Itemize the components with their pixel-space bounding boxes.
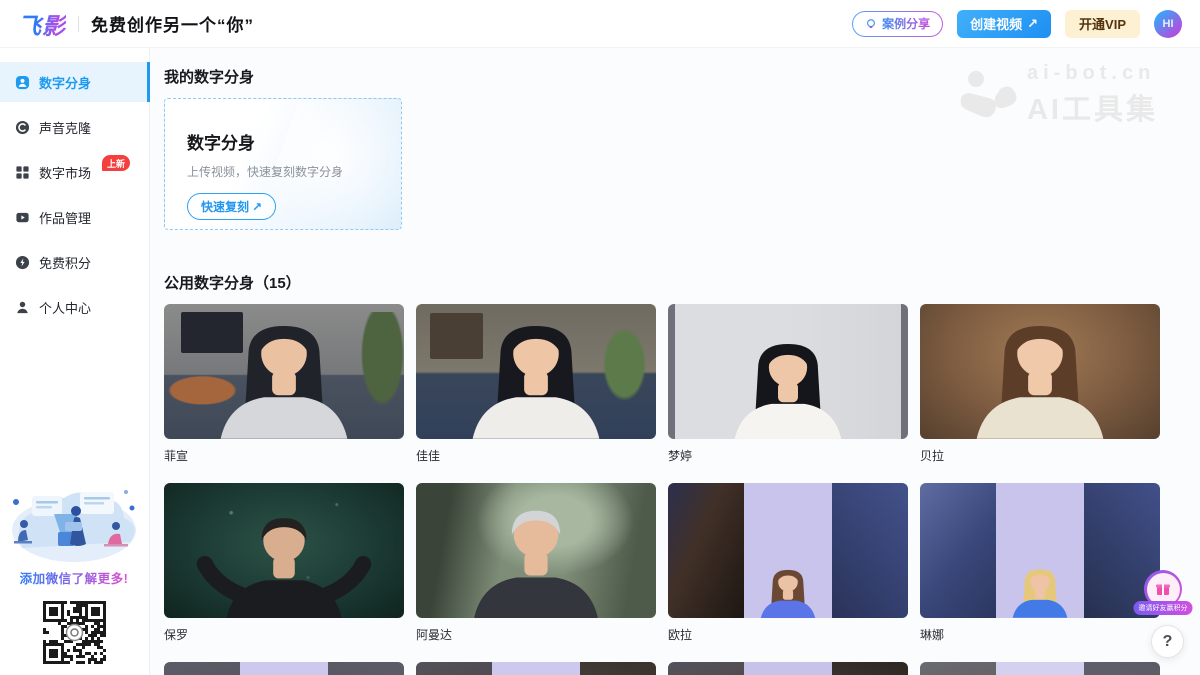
- user-avatar[interactable]: HI: [1154, 10, 1182, 38]
- avatar-thumbnail: [668, 662, 908, 675]
- page-root: { "header": { "logo": "飞影", "tagline": "…: [0, 0, 1200, 675]
- promo-text: 添加微信了解更多!: [20, 568, 129, 587]
- clone-upload-card[interactable]: 数字分身 上传视频，快速复刻数字分身 快速复刻 ↗: [164, 98, 402, 230]
- sidebar-item-points[interactable]: 免费积分: [0, 242, 149, 282]
- vip-label: 开通VIP: [1079, 14, 1126, 33]
- watermark-line2: AI工具集: [1027, 86, 1158, 128]
- vip-button[interactable]: 开通VIP: [1065, 10, 1140, 38]
- sidebar-item-voice-clone[interactable]: 声音克隆: [0, 107, 149, 147]
- avatar-name: 贝拉: [920, 447, 1160, 461]
- market-grid-icon: [15, 165, 30, 180]
- clone-card-title: 数字分身: [187, 129, 401, 154]
- avatar-grid: 菲宣佳佳梦婷贝拉保罗阿曼达欧拉琳娜: [164, 304, 1172, 675]
- avatar-card[interactable]: 梦婷: [668, 304, 908, 461]
- avatar-thumbnail: [668, 483, 908, 618]
- sidebar-item-digital-avatar[interactable]: 数字分身: [0, 62, 149, 102]
- sidebar-item-label: 声音克隆: [39, 118, 91, 137]
- avatar-card-partial[interactable]: [164, 662, 404, 675]
- avatar-thumbnail: [920, 483, 1160, 618]
- sidebar-item-label: 数字市场: [39, 163, 91, 182]
- avatar-name: 琳娜: [920, 626, 1160, 640]
- voice-clone-icon: [15, 120, 30, 135]
- avatar-name: 阿曼达: [416, 626, 656, 640]
- sidebar-item-label: 作品管理: [39, 208, 91, 227]
- create-video-button[interactable]: 创建视频 ↗: [957, 10, 1051, 38]
- watermark-line1: ai-bot.cn: [1027, 62, 1158, 85]
- header-tagline: 免费创作另一个“你”: [91, 11, 254, 36]
- avatar-thumbnail: [416, 483, 656, 618]
- case-share-label: 案例分享: [882, 15, 930, 32]
- avatar-card[interactable]: 菲宣: [164, 304, 404, 461]
- avatar-name: 保罗: [164, 626, 404, 640]
- watermark-logo-icon: [959, 70, 1017, 120]
- avatar-thumbnail: [920, 662, 1160, 675]
- create-video-label: 创建视频: [970, 14, 1022, 33]
- invite-badge[interactable]: 邀请好友赢积分: [1135, 570, 1191, 618]
- sidebar-item-works[interactable]: 作品管理: [0, 197, 149, 237]
- avatar-card[interactable]: 贝拉: [920, 304, 1160, 461]
- app-logo: 飞影: [18, 7, 66, 41]
- sidebar-item-digital-market[interactable]: 数字市场上新: [0, 152, 149, 192]
- bulb-icon: [865, 18, 877, 30]
- avatar-card[interactable]: 佳佳: [416, 304, 656, 461]
- avatar-name: 菲宣: [164, 447, 404, 461]
- watermark-text: ai-bot.cn AI工具集: [1027, 62, 1158, 128]
- avatar-thumbnail: [164, 483, 404, 618]
- case-share-button[interactable]: 案例分享: [852, 11, 943, 37]
- avatar-thumbnail: [416, 662, 656, 675]
- avatar-thumbnail: [668, 304, 908, 439]
- clone-card-subtitle: 上传视频，快速复刻数字分身: [187, 163, 401, 180]
- avatar-card[interactable]: 琳娜: [920, 483, 1160, 640]
- arrow-up-right-icon: ↗: [1027, 16, 1038, 32]
- main-content: ai-bot.cn AI工具集 我的数字分身 数字分身 上传视频，快速复刻数字分…: [150, 48, 1200, 675]
- header: 飞影 免费创作另一个“你” 案例分享 创建视频 ↗ 开通VIP HI: [0, 0, 1200, 48]
- sidebar-item-label: 个人中心: [39, 298, 91, 317]
- wechat-promo-illustration: [2, 478, 146, 566]
- public-avatars-title: 公用数字分身（15）: [164, 272, 301, 293]
- qr-code: [39, 597, 109, 667]
- my-avatars-title: 我的数字分身: [164, 66, 254, 87]
- header-actions: 案例分享 创建视频 ↗ 开通VIP HI: [852, 10, 1182, 38]
- quick-clone-button[interactable]: 快速复刻 ↗: [187, 193, 276, 220]
- avatar-card[interactable]: 保罗: [164, 483, 404, 640]
- arrow-up-right-icon: ↗: [252, 200, 262, 214]
- quick-clone-label: 快速复刻: [201, 198, 249, 215]
- avatar-card-partial[interactable]: [920, 662, 1160, 675]
- video-works-icon: [15, 210, 30, 225]
- avatar-name: 佳佳: [416, 447, 656, 461]
- avatar-card[interactable]: 欧拉: [668, 483, 908, 640]
- person-icon: [15, 300, 30, 315]
- sidebar-nav: 数字分身声音克隆数字市场上新作品管理免费积分个人中心: [0, 48, 149, 327]
- avatar-card-partial[interactable]: [668, 662, 908, 675]
- avatar-name: 欧拉: [668, 626, 908, 640]
- avatar-card-partial[interactable]: [416, 662, 656, 675]
- sidebar-promo: 添加微信了解更多!: [0, 478, 148, 667]
- avatar-thumbnail: [416, 304, 656, 439]
- avatar-thumbnail: [920, 304, 1160, 439]
- header-divider: [78, 16, 79, 32]
- avatar-thumbnail: [164, 662, 404, 675]
- help-button[interactable]: ?: [1151, 625, 1184, 658]
- sidebar-item-label: 免费积分: [39, 253, 91, 272]
- avatar-name: 梦婷: [668, 447, 908, 461]
- sidebar-item-label: 数字分身: [39, 73, 91, 92]
- avatar-card[interactable]: 阿曼达: [416, 483, 656, 640]
- sidebar: 数字分身声音克隆数字市场上新作品管理免费积分个人中心 添加: [0, 48, 150, 675]
- sidebar-item-profile[interactable]: 个人中心: [0, 287, 149, 327]
- new-badge: 上新: [102, 155, 130, 171]
- avatar-thumbnail: [164, 304, 404, 439]
- digital-avatar-icon: [15, 75, 30, 90]
- invite-banner-label: 邀请好友赢积分: [1134, 601, 1193, 615]
- points-icon: [15, 255, 30, 270]
- watermark: ai-bot.cn AI工具集: [959, 62, 1158, 128]
